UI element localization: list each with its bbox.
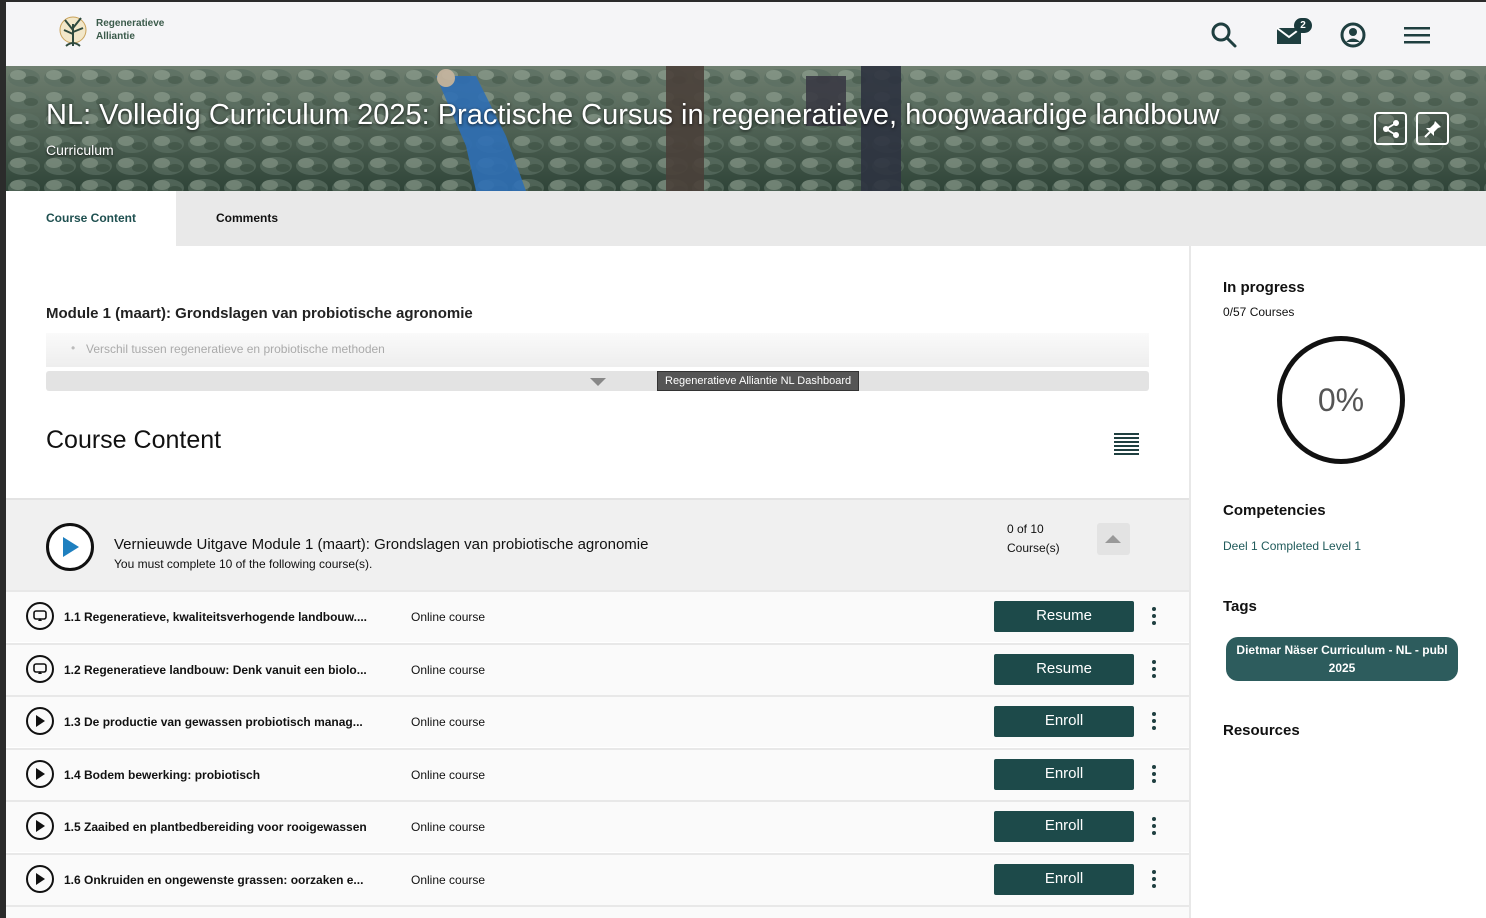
expand-description-bar[interactable]: [46, 371, 1149, 391]
play-icon: [63, 537, 79, 557]
tooltip: Regeneratieve Alliantie NL Dashboard: [657, 371, 860, 391]
course-type: Online course: [411, 768, 486, 782]
course-type: Curriculum: [46, 142, 114, 158]
pin-button[interactable]: [1416, 112, 1449, 145]
course-type: Online course: [411, 663, 486, 677]
progress-ring: 0%: [1277, 336, 1405, 464]
course-row: 1.4 Bodem bewerking: probiotisch Online …: [6, 748, 1189, 800]
course-type: Online course: [411, 610, 486, 624]
more-options-icon[interactable]: [1146, 604, 1162, 628]
module-description: Verschil tussen regeneratieve en probiot…: [46, 333, 1149, 367]
menu-button[interactable]: [1402, 20, 1432, 50]
hero-banner: NL: Volledig Curriculum 2025: Practische…: [6, 66, 1486, 191]
progress-count: 0/57 Courses: [1223, 305, 1295, 319]
course-type: Online course: [411, 820, 486, 834]
enroll-button[interactable]: Enroll: [994, 864, 1134, 895]
play-icon[interactable]: [26, 760, 54, 788]
play-icon[interactable]: [26, 812, 54, 840]
course-title[interactable]: 1.6 Onkruiden en ongewenste grassen: oor…: [64, 873, 363, 887]
main-content: Module 1 (maart): Grondslagen van probio…: [6, 246, 1189, 918]
group-progress-count: 0 of 10: [1007, 522, 1044, 536]
course-row: 1.3 De productie van gewassen probiotisc…: [6, 695, 1189, 747]
group-requirement: You must complete 10 of the following co…: [114, 557, 373, 571]
enroll-button[interactable]: Enroll: [994, 811, 1134, 842]
course-type: Online course: [411, 715, 486, 729]
pin-icon: [1423, 120, 1441, 138]
list-view-icon[interactable]: [1114, 433, 1139, 455]
more-options-icon[interactable]: [1146, 657, 1162, 681]
course-row: 1.5 Zaaibed en plantbedbereiding voor ro…: [6, 800, 1189, 852]
course-row: [6, 905, 1189, 918]
course-row: 1.1 Regeneratieve, kwaliteitsverhogende …: [6, 590, 1189, 642]
logo-line-2: Alliantie: [96, 31, 135, 42]
course-title[interactable]: 1.3 De productie van gewassen probiotisc…: [64, 715, 363, 729]
course-title[interactable]: 1.5 Zaaibed en plantbedbereiding voor ro…: [64, 820, 367, 834]
progress-heading: In progress: [1223, 279, 1305, 296]
logo-line-1: Regeneratieve: [96, 18, 165, 29]
play-icon[interactable]: [26, 707, 54, 735]
module-title: Module 1 (maart): Grondslagen van probio…: [46, 305, 473, 322]
progress-percent: 0%: [1317, 381, 1365, 418]
group-play-button[interactable]: [46, 523, 94, 571]
resume-icon[interactable]: [26, 602, 54, 630]
progress-sidebar: In progress 0/57 Courses 0% Competencies…: [1189, 246, 1486, 918]
course-row: 1.6 Onkruiden en ongewenste grassen: oor…: [6, 853, 1189, 905]
course-type: Online course: [411, 873, 486, 887]
more-options-icon[interactable]: [1146, 814, 1162, 838]
course-group-header: Vernieuwde Uitgave Module 1 (maart): Gro…: [6, 498, 1189, 590]
course-title[interactable]: 1.2 Regeneratieve landbouw: Denk vanuit …: [64, 663, 367, 677]
hamburger-icon: [1404, 27, 1430, 44]
group-progress-unit: Course(s): [1007, 541, 1060, 555]
more-options-icon[interactable]: [1146, 762, 1162, 786]
enroll-button[interactable]: Enroll: [994, 759, 1134, 790]
messages-badge: 2: [1294, 18, 1312, 33]
group-title: Vernieuwde Uitgave Module 1 (maart): Gro…: [114, 536, 649, 553]
logo[interactable]: Regeneratieve Alliantie: [56, 8, 164, 52]
more-options-icon[interactable]: [1146, 709, 1162, 733]
competencies-heading: Competencies: [1223, 502, 1326, 519]
logo-tree-icon: [59, 16, 87, 47]
chevron-down-icon: [590, 378, 606, 386]
search-button[interactable]: [1209, 20, 1239, 50]
share-icon: [1382, 119, 1399, 138]
share-button[interactable]: [1374, 112, 1407, 145]
tags-heading: Tags: [1223, 598, 1257, 615]
enroll-button[interactable]: Enroll: [994, 706, 1134, 737]
tab-comments[interactable]: Comments: [216, 191, 278, 246]
resume-icon[interactable]: [26, 655, 54, 683]
search-icon: [1211, 22, 1237, 48]
competency-link[interactable]: Deel 1 Completed Level 1: [1223, 539, 1361, 553]
tag-pill[interactable]: Dietmar Näser Curriculum - NL - publ 202…: [1226, 637, 1458, 681]
more-options-icon[interactable]: [1146, 867, 1162, 891]
resume-button[interactable]: Resume: [994, 654, 1134, 685]
user-circle-icon: [1340, 22, 1366, 48]
course-title[interactable]: 1.1 Regeneratieve, kwaliteitsverhogende …: [64, 610, 367, 624]
group-progress: 0 of 10 Course(s): [1007, 520, 1060, 558]
resume-button[interactable]: Resume: [994, 601, 1134, 632]
play-icon[interactable]: [26, 865, 54, 893]
section-heading: Course Content: [46, 426, 222, 454]
top-bar: Regeneratieve Alliantie 2: [6, 2, 1486, 66]
messages-button[interactable]: 2: [1274, 18, 1312, 50]
tab-bar: Course Content Comments: [6, 191, 1486, 246]
resources-heading: Resources: [1223, 722, 1300, 739]
course-title: NL: Volledig Curriculum 2025: Practische…: [46, 99, 1220, 131]
profile-button[interactable]: [1338, 20, 1368, 50]
collapse-group-button[interactable]: [1097, 523, 1130, 555]
page: Regeneratieve Alliantie 2 NL: Volledig C…: [6, 2, 1486, 918]
course-row: 1.2 Regeneratieve landbouw: Denk vanuit …: [6, 643, 1189, 695]
tab-course-content[interactable]: Course Content: [6, 191, 176, 246]
course-title[interactable]: 1.4 Bodem bewerking: probiotisch: [64, 768, 260, 782]
module-description-item: Verschil tussen regeneratieve en probiot…: [86, 342, 385, 356]
